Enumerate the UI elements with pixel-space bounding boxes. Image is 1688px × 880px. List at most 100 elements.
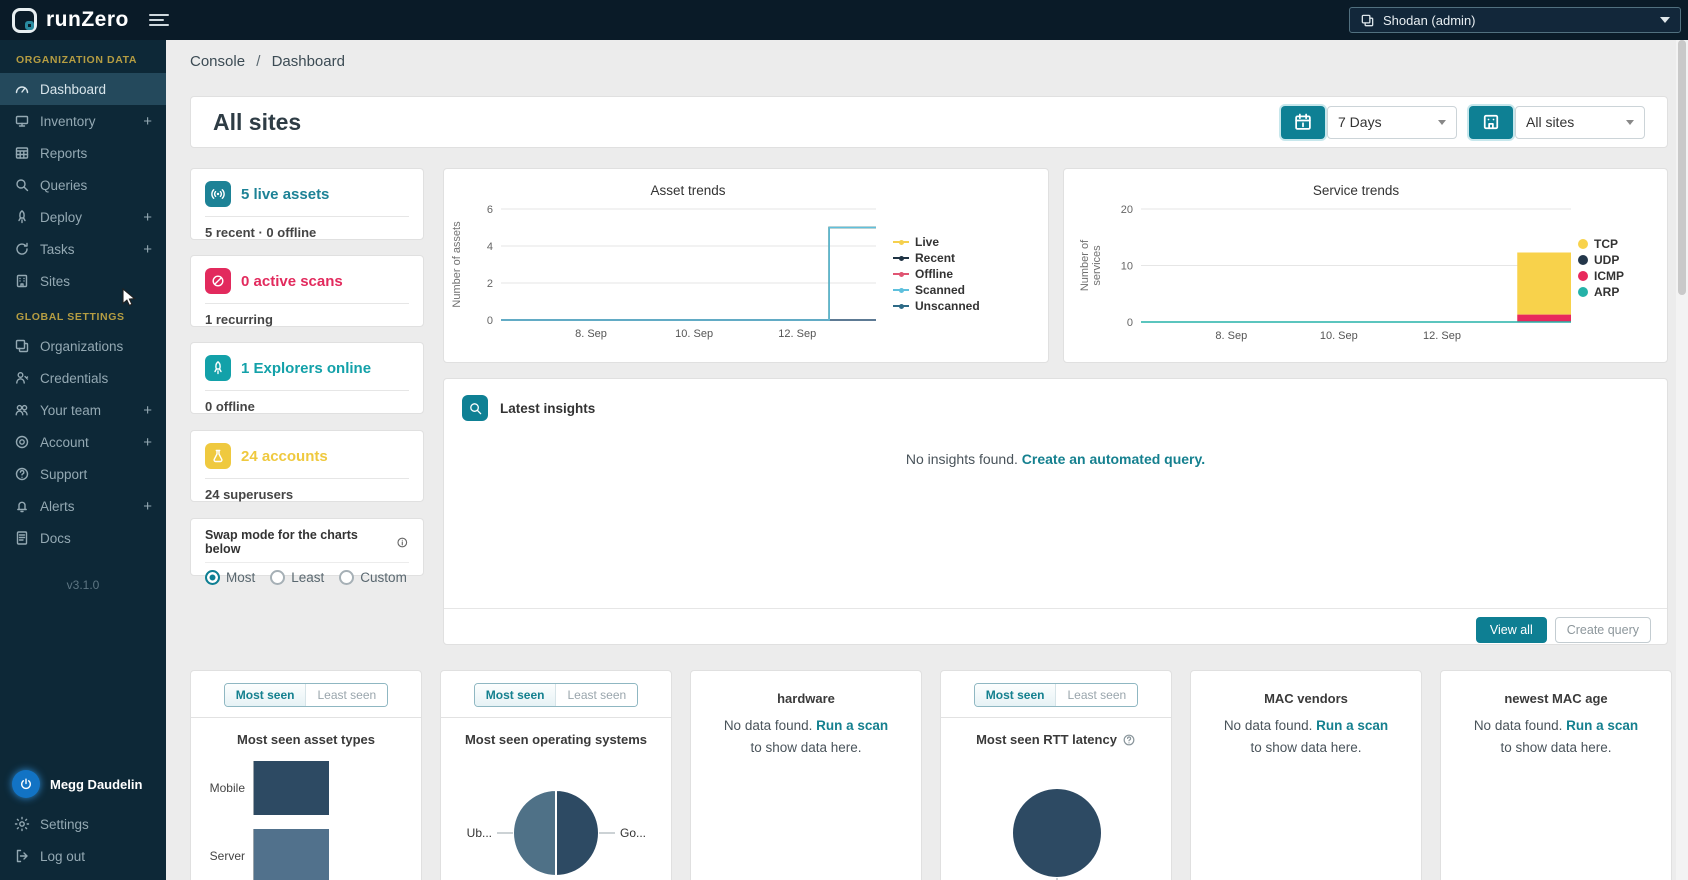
info-icon[interactable] (396, 536, 409, 549)
sidebar-item-label: Your team (40, 402, 102, 418)
legend-label: Live (915, 235, 940, 249)
radio-dot[interactable] (339, 570, 355, 585)
site-filter-value: All sites (1526, 114, 1575, 130)
sidebar-item-credentials[interactable]: Credentials (0, 362, 166, 394)
sidebar-item-account[interactable]: Account + (0, 426, 166, 458)
legend-item-arp[interactable]: ARP (1578, 285, 1624, 299)
sidebar-item-label: Organizations (40, 338, 124, 354)
toggle-least-seen[interactable]: Least seen (305, 684, 388, 706)
svg-text:10: 10 (1121, 261, 1133, 273)
support-icon (14, 466, 30, 482)
legend-label: ICMP (1594, 269, 1624, 283)
site-filter-select[interactable]: All sites (1515, 105, 1645, 139)
mac-vendors-card: MAC vendors No data found. Run a scan to… (1190, 670, 1422, 880)
summary-card-title[interactable]: 24 accounts (241, 448, 328, 465)
sidebar-item-reports[interactable]: Reports (0, 137, 166, 169)
plus-icon[interactable]: + (143, 499, 152, 514)
sidebar-item-docs[interactable]: Docs (0, 522, 166, 554)
sidebar-item-support[interactable]: Support (0, 458, 166, 490)
plus-icon[interactable]: + (143, 242, 152, 257)
calendar-icon[interactable] (1281, 105, 1325, 139)
chevron-down-icon (1660, 17, 1670, 23)
runzero-logo[interactable]: runZero (0, 7, 129, 33)
sidebar-section-label-organization-data: ORGANIZATION DATA (16, 54, 138, 66)
toggle-most-seen[interactable]: Most seen (224, 684, 306, 706)
legend-item-recent[interactable]: Recent (893, 251, 980, 265)
sidebar-item-queries[interactable]: Queries (0, 169, 166, 201)
create-query-button[interactable]: Create query (1554, 617, 1651, 643)
sidebar-item-inventory[interactable]: Inventory + (0, 105, 166, 137)
legend-item-tcp[interactable]: TCP (1578, 237, 1624, 251)
svg-text:2: 2 (487, 278, 493, 290)
mac-vendors-empty-state: No data found. Run a scan to show data h… (1223, 718, 1389, 756)
summary-card-title[interactable]: 5 live assets (241, 186, 329, 203)
legend-item-udp[interactable]: UDP (1578, 253, 1624, 267)
run-a-scan-link[interactable]: Run a scan (1316, 718, 1388, 733)
svg-text:Number of assets: Number of assets (451, 221, 463, 308)
sidebar-item-deploy[interactable]: Deploy + (0, 201, 166, 233)
legend-item-scanned[interactable]: Scanned (893, 283, 980, 297)
legend-item-icmp[interactable]: ICMP (1578, 269, 1624, 283)
sidebar-item-settings[interactable]: Settings (0, 808, 166, 840)
sidebar-item-logout[interactable]: Log out (0, 840, 166, 872)
legend-item-offline[interactable]: Offline (893, 267, 980, 281)
summary-card-live-assets[interactable]: 5 live assets 5 recent · 0 offline (190, 168, 424, 240)
sidebar-item-label: Inventory (40, 113, 96, 129)
user-name: Megg Daudelin (50, 776, 143, 792)
plus-icon[interactable]: + (143, 114, 152, 129)
legend-label: UDP (1594, 253, 1620, 267)
runzero-logo-icon (12, 7, 37, 33)
run-a-scan-link[interactable]: Run a scan (816, 718, 888, 733)
radio-least[interactable]: Least (270, 570, 324, 585)
sidebar-item-label: Tasks (40, 241, 75, 257)
scrollbar-thumb[interactable] (1678, 40, 1686, 295)
radio-dot[interactable] (205, 570, 220, 585)
sidebar-item-tasks[interactable]: Tasks + (0, 233, 166, 265)
radio-custom[interactable]: Custom (339, 570, 407, 585)
legend-item-live[interactable]: Live (893, 235, 980, 249)
bar-server[interactable] (254, 829, 329, 880)
divider (205, 562, 409, 563)
service-trends-chart: Service trends 0 10 20 Number of services 8. S… (1064, 169, 1667, 369)
plus-icon[interactable]: + (143, 435, 152, 450)
radio-dot[interactable] (270, 570, 286, 585)
organization-selector[interactable]: Shodan (admin) (1349, 7, 1681, 33)
plus-icon[interactable]: + (143, 403, 152, 418)
plus-icon[interactable]: + (143, 210, 152, 225)
asset-trends-legend: Live Recent Offline Scanned Unscanned (893, 235, 980, 313)
sidebar-item-your-team[interactable]: Your team + (0, 394, 166, 426)
legend-label: Scanned (915, 283, 966, 297)
sidebar-item-alerts[interactable]: Alerts + (0, 490, 166, 522)
sidebar-item-label: Queries (40, 177, 88, 193)
menu-icon[interactable] (145, 10, 173, 30)
run-a-scan-link[interactable]: Run a scan (1566, 718, 1638, 733)
radio-most[interactable]: Most (205, 570, 255, 585)
breadcrumb-page: Dashboard (271, 53, 345, 70)
queries-icon (14, 177, 30, 193)
breadcrumb-console[interactable]: Console (190, 53, 245, 70)
scrollbar[interactable] (1676, 40, 1688, 880)
summary-card-explorers[interactable]: 1 Explorers online 0 offline (190, 342, 424, 414)
summary-card-active-scans[interactable]: 0 active scans 1 recurring (190, 255, 424, 327)
summary-card-title[interactable]: 0 active scans (241, 273, 343, 290)
create-automated-query-link[interactable]: Create an automated query. (1022, 451, 1205, 467)
sidebar-item-organizations[interactable]: Organizations (0, 330, 166, 362)
sidebar-item-dashboard[interactable]: Dashboard (0, 73, 166, 105)
summary-card-title[interactable]: 1 Explorers online (241, 360, 371, 377)
credentials-icon (14, 370, 30, 386)
bar-row-server: Server (191, 829, 409, 880)
time-range-select[interactable]: 7 Days (1327, 105, 1457, 139)
bar-mobile[interactable] (254, 761, 329, 815)
insights-search-icon (462, 395, 488, 421)
user-menu[interactable]: Megg Daudelin (0, 764, 166, 808)
legend-marker (1578, 239, 1588, 249)
summary-card-accounts[interactable]: 24 accounts 24 superusers (190, 430, 424, 502)
sidebar-item-sites[interactable]: Sites (0, 265, 166, 297)
main-content: Console / Dashboard All sites 7 Days All… (166, 40, 1688, 880)
view-all-button[interactable]: View all (1475, 617, 1547, 643)
building-icon[interactable] (1469, 105, 1513, 139)
sidebar-item-label: Dashboard (40, 81, 107, 97)
account-icon (14, 434, 30, 450)
organization-selector-value: Shodan (admin) (1383, 12, 1476, 28)
legend-item-unscanned[interactable]: Unscanned (893, 299, 980, 313)
